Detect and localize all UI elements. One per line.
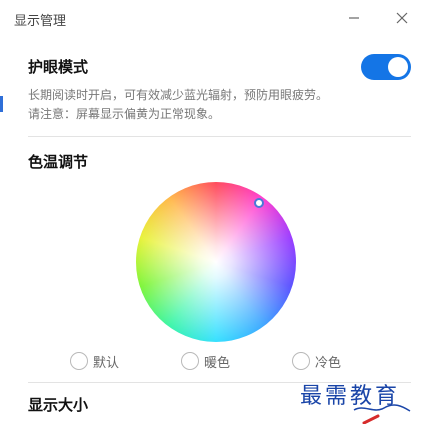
minimize-button[interactable] (341, 6, 367, 30)
radio-cool-label: 冷色 (315, 355, 342, 371)
close-icon (396, 12, 408, 24)
close-button[interactable] (389, 6, 415, 30)
eye-care-toggle[interactable] (361, 54, 411, 80)
watermark-flourish-icon (353, 404, 411, 412)
radio-default-label: 默认 (93, 355, 120, 371)
display-size-title: 显示大小 (28, 396, 89, 414)
color-temp-title: 色温调节 (28, 153, 89, 171)
color-temperature-wheel[interactable] (136, 182, 296, 342)
window-title: 显示管理 (14, 14, 67, 29)
radio-warm[interactable]: 暖色 (181, 350, 230, 372)
radio-circle-icon (181, 352, 199, 370)
eye-care-title: 护眼模式 (28, 58, 89, 76)
eye-care-description-line2: 请注意：屏幕显示偏黄为正常现象。 (28, 107, 221, 121)
divider (28, 136, 411, 137)
minimize-icon (349, 17, 359, 19)
title-bar: 显示管理 (0, 0, 421, 36)
red-stroke-icon (362, 414, 380, 424)
eye-care-description-line1: 长期阅读时开启，可有效减少蓝光辐射，预防用眼疲劳。 (28, 88, 329, 102)
radio-default[interactable]: 默认 (70, 350, 119, 372)
radio-circle-icon (292, 352, 310, 370)
toggle-knob (388, 57, 408, 77)
radio-circle-icon (70, 352, 88, 370)
left-edge-accent (0, 96, 3, 112)
radio-cool[interactable]: 冷色 (292, 350, 341, 372)
radio-warm-label: 暖色 (204, 355, 231, 371)
color-picker-handle[interactable] (254, 198, 264, 208)
